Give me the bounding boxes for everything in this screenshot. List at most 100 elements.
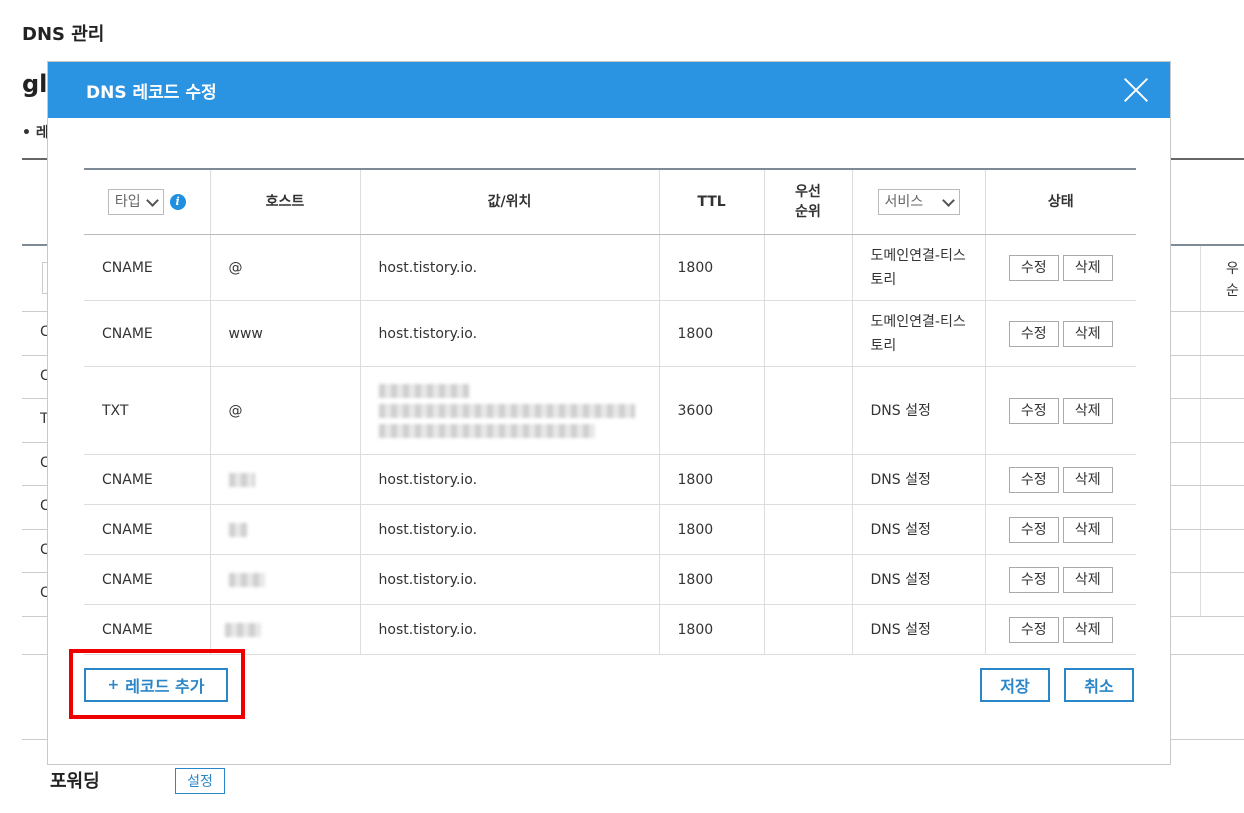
edit-button[interactable]: 수정 <box>1008 466 1059 493</box>
edit-button[interactable]: 수정 <box>1008 566 1059 593</box>
row-value: host.tistory.io. <box>360 554 660 605</box>
row-service: 도메인연결-티스토리 <box>852 234 986 301</box>
close-icon[interactable] <box>1120 74 1152 106</box>
delete-button[interactable]: 삭제 <box>1062 516 1113 543</box>
delete-button[interactable]: 삭제 <box>1062 466 1113 493</box>
row-service: DNS 설정 <box>852 454 986 505</box>
row-host <box>210 554 361 605</box>
dns-records-table: 타입 i 호스트 값/위치 TTL 우선 순위 서비스 상태 CNAME @ ho… <box>84 168 1136 655</box>
row-ttl: 1800 <box>659 300 765 367</box>
row-type: TXT <box>84 366 211 455</box>
delete-button[interactable]: 삭제 <box>1062 616 1113 643</box>
edit-button[interactable]: 수정 <box>1008 616 1059 643</box>
cancel-button[interactable]: 취소 <box>1064 668 1134 702</box>
save-button[interactable]: 저장 <box>980 668 1050 702</box>
forwarding-label: 포워딩 <box>50 771 100 792</box>
dns-record-edit-modal: DNS 레코드 수정 타입 i 호스트 값/위치 TTL 우선 순위 서비스 상태 <box>47 61 1171 765</box>
row-actions: 수정 삭제 <box>985 454 1136 505</box>
bg-vline <box>1200 246 1201 616</box>
redacted-host <box>228 572 265 587</box>
row-type: CNAME <box>84 604 211 655</box>
row-actions: 수정 삭제 <box>985 604 1136 655</box>
row-type: CNAME <box>84 234 211 301</box>
domain-heading: gl <box>22 70 48 98</box>
bg-right-col: 우 순 <box>1226 261 1239 299</box>
edit-button[interactable]: 수정 <box>1008 320 1059 347</box>
row-priority <box>764 554 853 605</box>
value-header: 값/위치 <box>360 169 660 235</box>
row-priority <box>764 234 853 301</box>
row-priority <box>764 300 853 367</box>
row-service: DNS 설정 <box>852 504 986 555</box>
service-select[interactable]: 서비스 <box>877 189 960 215</box>
row-value: host.tistory.io. <box>360 234 660 301</box>
forwarding-settings-button[interactable]: 설정 <box>175 768 225 794</box>
row-service: DNS 설정 <box>852 604 986 655</box>
row-ttl: 1800 <box>659 234 765 301</box>
table-row: CNAME host.tistory.io. 1800 DNS 설정 수정 삭제 <box>84 454 1136 505</box>
highlight-box <box>69 649 245 719</box>
row-actions: 수정 삭제 <box>985 504 1136 555</box>
table-row: CNAME @ host.tistory.io. 1800 도메인연결-티스토리… <box>84 234 1136 301</box>
delete-button[interactable]: 삭제 <box>1062 254 1113 281</box>
row-actions: 수정 삭제 <box>985 554 1136 605</box>
table-row: TXT @ 3600 DNS 설정 수정 삭제 <box>84 366 1136 455</box>
modal-header: DNS 레코드 수정 <box>48 62 1170 118</box>
delete-button[interactable]: 삭제 <box>1062 320 1113 347</box>
redacted-value <box>378 423 595 438</box>
section-bullet: • 레 <box>22 125 49 141</box>
modal-title: DNS 레코드 수정 <box>86 83 217 103</box>
row-ttl: 3600 <box>659 366 765 455</box>
row-value: host.tistory.io. <box>360 504 660 555</box>
chevron-down-icon <box>941 193 955 207</box>
row-service: DNS 설정 <box>852 366 986 455</box>
table-row: CNAME host.tistory.io. 1800 DNS 설정 수정 삭제 <box>84 554 1136 605</box>
row-host <box>210 604 361 655</box>
redacted-host <box>224 622 261 637</box>
chevron-down-icon <box>145 193 159 207</box>
row-ttl: 1800 <box>659 454 765 505</box>
delete-button[interactable]: 삭제 <box>1062 566 1113 593</box>
row-actions: 수정 삭제 <box>985 366 1136 455</box>
redacted-value <box>378 403 635 418</box>
row-type: CNAME <box>84 454 211 505</box>
edit-button[interactable]: 수정 <box>1008 254 1059 281</box>
row-service: 도메인연결-티스토리 <box>852 300 986 367</box>
type-select[interactable]: 타입 <box>107 189 164 215</box>
row-value: host.tistory.io. <box>360 300 660 367</box>
row-host: @ <box>210 366 361 455</box>
row-priority <box>764 454 853 505</box>
redacted-value <box>378 383 469 398</box>
row-value: host.tistory.io. <box>360 454 660 505</box>
service-header: 서비스 <box>852 169 986 235</box>
row-host <box>210 454 361 505</box>
row-host <box>210 504 361 555</box>
type-header: 타입 i <box>84 169 211 235</box>
row-priority <box>764 604 853 655</box>
row-ttl: 1800 <box>659 504 765 555</box>
edit-button[interactable]: 수정 <box>1008 516 1059 543</box>
redacted-host <box>228 522 247 537</box>
row-priority <box>764 504 853 555</box>
edit-button[interactable]: 수정 <box>1008 397 1059 424</box>
row-type: CNAME <box>84 300 211 367</box>
delete-button[interactable]: 삭제 <box>1062 397 1113 424</box>
row-ttl: 1800 <box>659 554 765 605</box>
info-icon[interactable]: i <box>169 194 186 210</box>
status-header: 상태 <box>985 169 1136 235</box>
row-host: www <box>210 300 361 367</box>
table-row: CNAME www host.tistory.io. 1800 도메인연결-티스… <box>84 300 1136 367</box>
row-ttl: 1800 <box>659 604 765 655</box>
row-type: CNAME <box>84 554 211 605</box>
row-value <box>360 366 660 455</box>
host-header: 호스트 <box>210 169 361 235</box>
table-header-row: 타입 i 호스트 값/위치 TTL 우선 순위 서비스 상태 <box>84 169 1136 235</box>
redacted-host <box>228 472 255 487</box>
priority-header: 우선 순위 <box>764 169 853 235</box>
page-title: DNS 관리 <box>22 24 105 45</box>
row-service: DNS 설정 <box>852 554 986 605</box>
row-priority <box>764 366 853 455</box>
row-actions: 수정 삭제 <box>985 234 1136 301</box>
table-row: CNAME host.tistory.io. 1800 DNS 설정 수정 삭제 <box>84 504 1136 555</box>
row-type: CNAME <box>84 504 211 555</box>
